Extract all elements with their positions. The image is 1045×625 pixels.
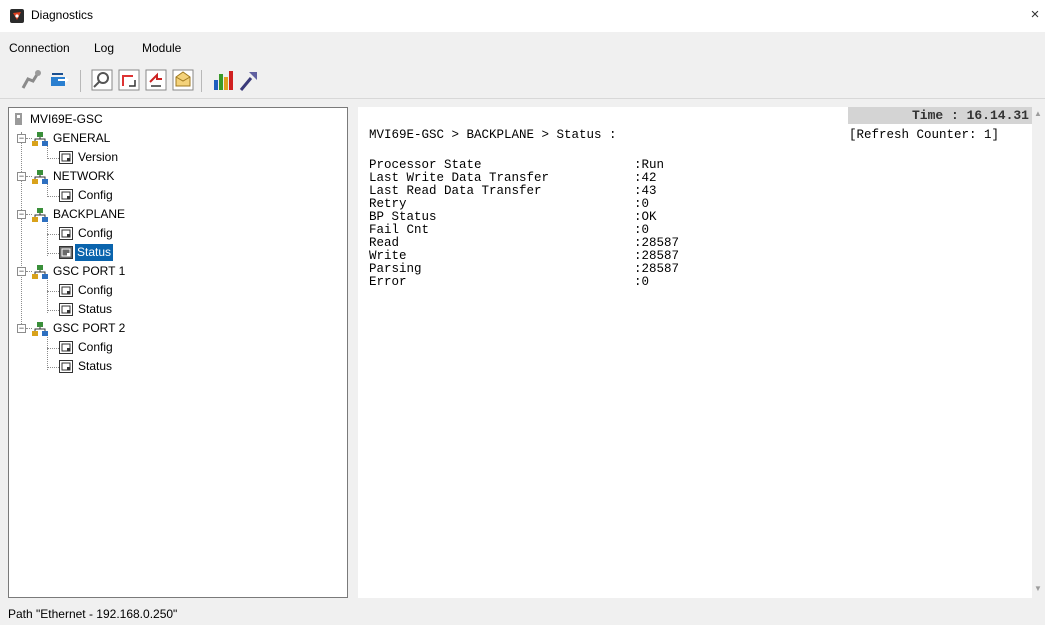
tree-item-label-selected: Status bbox=[75, 244, 114, 261]
disconnect-icon[interactable] bbox=[20, 68, 44, 92]
window-title: Diagnostics bbox=[31, 8, 94, 22]
toolbar-separator bbox=[201, 70, 202, 92]
page-icon bbox=[59, 189, 73, 202]
tree-item-label: Config bbox=[78, 283, 113, 297]
tree-connector bbox=[47, 333, 48, 370]
collapse-icon[interactable]: − bbox=[17, 324, 26, 333]
connection-path: Path "Ethernet - 192.168.0.250" bbox=[8, 607, 178, 621]
tree-group-label: GSC PORT 2 bbox=[53, 321, 126, 335]
status-key: Error bbox=[369, 275, 407, 289]
page-icon bbox=[59, 303, 73, 316]
refresh-counter: [Refresh Counter: 1] bbox=[849, 128, 1000, 142]
tree-connector bbox=[47, 253, 59, 254]
tree-connector bbox=[47, 158, 59, 159]
vertical-scrollbar[interactable]: ▲ ▼ bbox=[1032, 107, 1045, 598]
connect-icon[interactable] bbox=[48, 68, 72, 92]
network-group-icon bbox=[32, 322, 48, 336]
bar-chart-icon[interactable] bbox=[211, 68, 235, 92]
page-icon bbox=[59, 360, 73, 373]
network-group-icon bbox=[32, 208, 48, 222]
tree-group-label: GENERAL bbox=[53, 131, 111, 145]
time-display: Time : 16.14.31 bbox=[847, 107, 1032, 124]
network-group-icon bbox=[32, 132, 48, 146]
page-icon bbox=[59, 246, 73, 259]
tree-connector bbox=[47, 348, 59, 349]
toolbar-separator bbox=[80, 70, 81, 92]
status-bar: Path "Ethernet - 192.168.0.250" bbox=[0, 600, 1045, 625]
menu-log[interactable]: Log bbox=[94, 41, 114, 55]
collapse-icon[interactable]: − bbox=[17, 267, 26, 276]
module-icon bbox=[15, 113, 22, 125]
tree-connector bbox=[47, 234, 59, 235]
tree-connector bbox=[47, 310, 59, 311]
page-icon bbox=[59, 284, 73, 297]
title-bar: Diagnostics × bbox=[0, 0, 1045, 32]
tree-item-label: Version bbox=[78, 150, 119, 164]
status-value: :0 bbox=[634, 275, 650, 289]
scroll-up-icon[interactable]: ▲ bbox=[1034, 109, 1042, 118]
tree-item-label: Config bbox=[78, 188, 113, 202]
settings-icon[interactable] bbox=[237, 68, 261, 92]
inspect-icon[interactable] bbox=[90, 68, 114, 92]
scroll-down-icon[interactable]: ▼ bbox=[1034, 584, 1042, 593]
page-icon bbox=[59, 227, 73, 240]
capture-icon[interactable] bbox=[117, 68, 141, 92]
tree-group-label: GSC PORT 1 bbox=[53, 264, 126, 278]
network-group-icon bbox=[32, 170, 48, 184]
transfer-icon[interactable] bbox=[144, 68, 168, 92]
tree-group-label: BACKPLANE bbox=[53, 207, 126, 221]
tree-group-label: NETWORK bbox=[53, 169, 115, 183]
collapse-icon[interactable]: − bbox=[17, 210, 26, 219]
tree-item-label: Status bbox=[78, 359, 113, 373]
menu-connection[interactable]: Connection bbox=[9, 41, 70, 55]
tree-root-label: MVI69E-GSC bbox=[30, 112, 103, 126]
page-icon bbox=[59, 151, 73, 164]
toolbar-divider bbox=[0, 98, 1045, 99]
page-icon bbox=[59, 341, 73, 354]
network-group-icon bbox=[32, 265, 48, 279]
collapse-icon[interactable]: − bbox=[17, 172, 26, 181]
toolbar bbox=[8, 62, 528, 96]
status-panel[interactable]: Time : 16.14.31 ▲ ▼ MVI69E-GSC > BACKPLA… bbox=[358, 107, 1045, 598]
tree-connector bbox=[21, 132, 22, 330]
tree-item-label: Config bbox=[78, 226, 113, 240]
tree-connector bbox=[47, 276, 48, 313]
tree-connector bbox=[47, 367, 59, 368]
tree-connector bbox=[47, 196, 59, 197]
tree-item-label: Config bbox=[78, 340, 113, 354]
collapse-icon[interactable]: − bbox=[17, 134, 26, 143]
tree-connector bbox=[47, 291, 59, 292]
tree-panel[interactable]: MVI69E-GSC − GENERAL Version − NETWORK C… bbox=[8, 107, 348, 598]
tree-item-label: Status bbox=[78, 302, 113, 316]
close-button[interactable]: × bbox=[1025, 4, 1045, 26]
status-path: MVI69E-GSC > BACKPLANE > Status : bbox=[369, 128, 617, 142]
message-icon[interactable] bbox=[171, 68, 195, 92]
menu-module[interactable]: Module bbox=[142, 41, 181, 55]
app-icon bbox=[10, 9, 24, 23]
tree-connector bbox=[47, 219, 48, 256]
